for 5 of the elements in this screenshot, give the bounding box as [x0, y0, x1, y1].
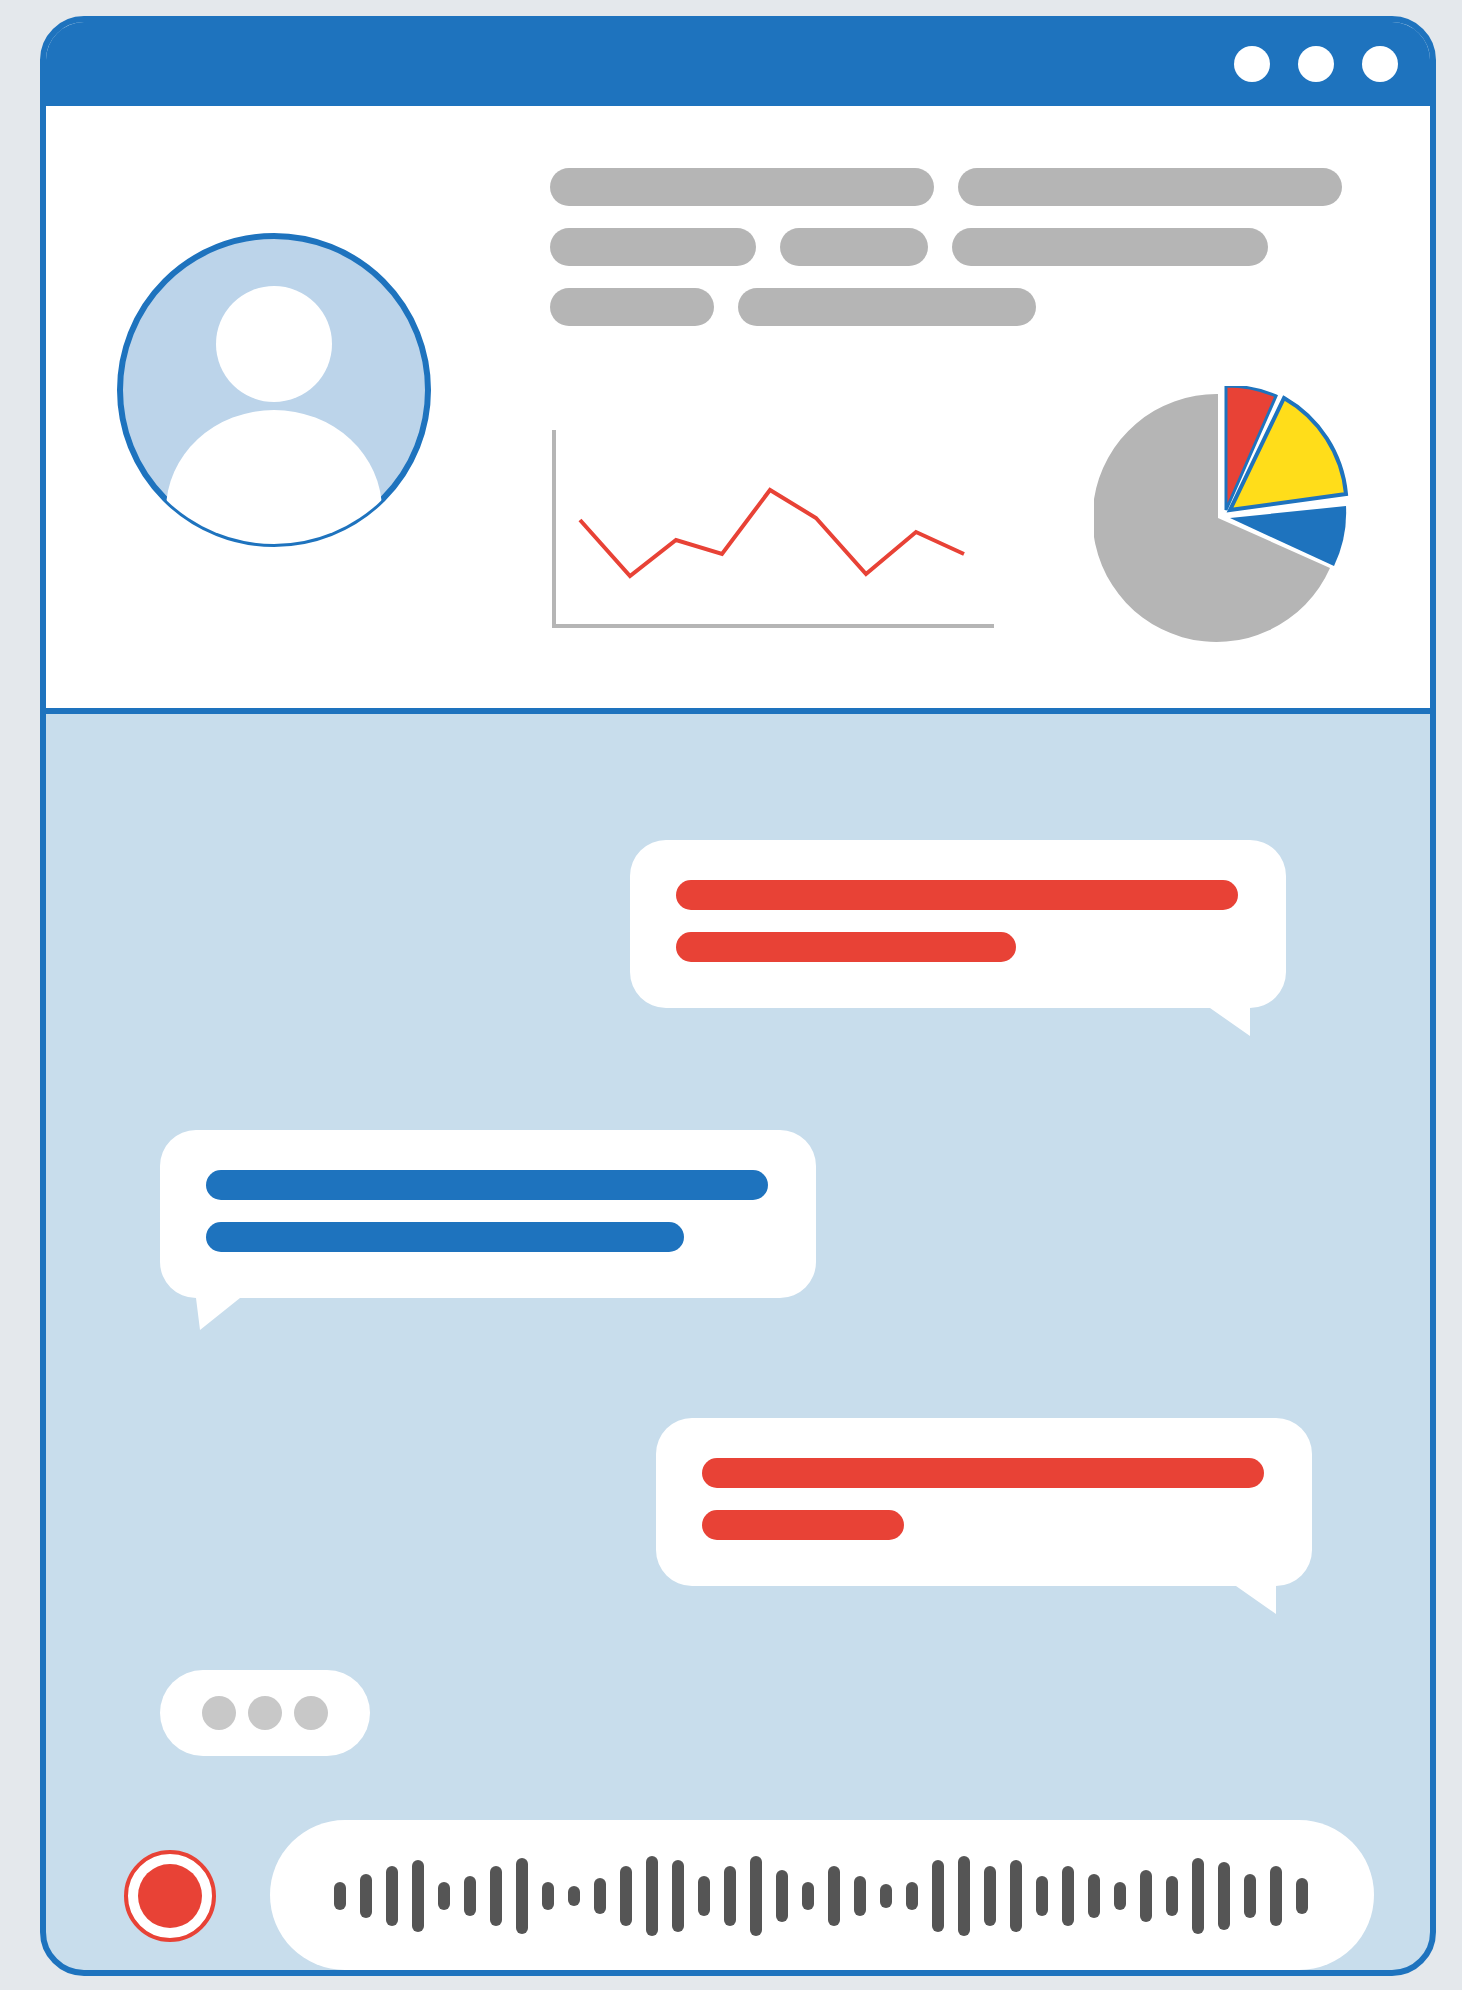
record-button[interactable] [124, 1849, 216, 1941]
window-control-dot[interactable] [1234, 46, 1270, 82]
avatar-icon [114, 230, 434, 550]
window-control-dot[interactable] [1362, 46, 1398, 82]
window-control-dot[interactable] [1298, 46, 1334, 82]
